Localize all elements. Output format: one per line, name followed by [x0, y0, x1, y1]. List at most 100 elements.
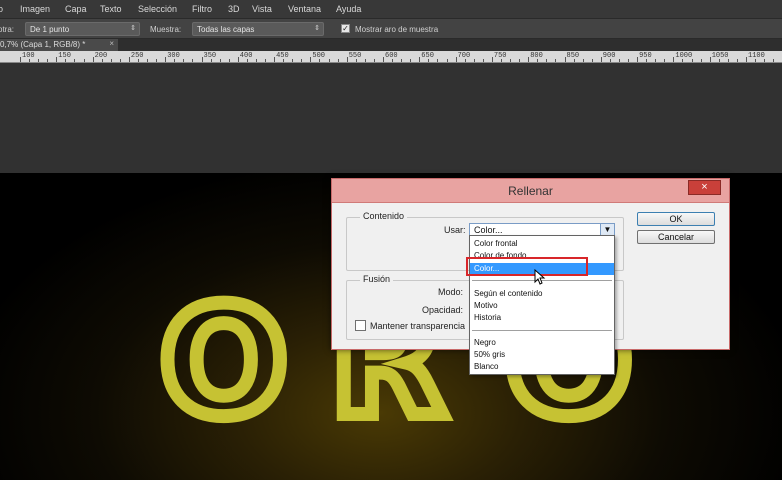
menu-item-seleccion[interactable]: Selección	[138, 4, 177, 14]
ruler-minor-tick	[228, 59, 230, 62]
menu-bar: o Imagen Capa Texto Selección Filtro 3D …	[0, 0, 782, 18]
ruler-minor-tick	[292, 59, 294, 62]
usar-label: Usar:	[444, 225, 466, 235]
sample-label: Muestra:	[150, 25, 182, 34]
sample-size-select[interactable]: De 1 punto ⇕	[25, 22, 140, 36]
ruler-tick	[564, 57, 566, 62]
option-motivo[interactable]: Motivo	[470, 300, 614, 312]
ruler-minor-tick	[736, 59, 738, 62]
ruler-tick	[637, 57, 639, 62]
close-icon: ×	[701, 181, 708, 193]
ruler-minor-tick	[246, 59, 248, 62]
ruler-minor-tick	[727, 59, 729, 62]
ruler-minor-tick	[337, 59, 339, 62]
menu-item-texto[interactable]: Texto	[100, 4, 122, 14]
ruler-minor-tick	[609, 59, 611, 62]
ruler-label: 1100	[748, 52, 765, 60]
ruler-tick	[455, 57, 457, 62]
ruler-minor-tick	[591, 59, 593, 62]
ruler-minor-tick	[183, 59, 185, 62]
ruler-minor-tick	[755, 59, 757, 62]
option-historia[interactable]: Historia	[470, 312, 614, 324]
ruler-tick	[600, 57, 602, 62]
contenido-label: Contenido	[360, 211, 408, 221]
ruler-minor-tick	[628, 59, 630, 62]
document-tab[interactable]: 0,7% (Capa 1, RGB/8) * ×	[0, 39, 118, 51]
ruler-minor-tick	[392, 59, 394, 62]
ruler-minor-tick	[682, 59, 684, 62]
ruler-tick	[128, 57, 130, 62]
ruler-minor-tick	[137, 59, 139, 62]
tab-bar: 0,7% (Capa 1, RGB/8) * ×	[0, 39, 782, 51]
ruler-label: 1000	[675, 52, 693, 60]
menu-item-filtro[interactable]: Filtro	[192, 4, 212, 14]
ruler-minor-tick	[319, 59, 321, 62]
ruler-minor-tick	[156, 59, 158, 62]
close-icon[interactable]: ×	[109, 39, 114, 48]
sample-size-label: otra:	[0, 25, 15, 34]
ruler-tick	[346, 57, 348, 62]
sample-size-value: De 1 punto	[30, 25, 70, 34]
options-bar: otra: De 1 punto ⇕ Muestra: Todas las ca…	[0, 18, 782, 39]
ruler-minor-tick	[437, 59, 439, 62]
opacidad-label: Opacidad:	[422, 305, 464, 315]
ruler-minor-tick	[328, 59, 330, 62]
option-negro[interactable]: Negro	[470, 337, 614, 349]
cancel-button[interactable]: Cancelar	[637, 230, 715, 244]
ruler-minor-tick	[355, 59, 357, 62]
menu-item-imagen[interactable]: Imagen	[20, 4, 50, 14]
option-50-gris[interactable]: 50% gris	[470, 349, 614, 361]
ruler-tick	[709, 57, 711, 62]
menu-item-ayuda[interactable]: Ayuda	[336, 4, 361, 14]
workspace-background	[0, 63, 782, 173]
menu-item-partial[interactable]: o	[0, 4, 3, 14]
ruler-minor-tick	[500, 59, 502, 62]
dialog-close-button[interactable]: ×	[688, 180, 721, 195]
ruler-minor-tick	[546, 59, 548, 62]
ruler-tick	[310, 57, 312, 62]
sample-select[interactable]: Todas las capas ⇕	[192, 22, 324, 36]
menu-item-vista[interactable]: Vista	[252, 4, 272, 14]
ruler-minor-tick	[582, 59, 584, 62]
ruler-minor-tick	[47, 59, 49, 62]
ruler-minor-tick	[646, 59, 648, 62]
fusion-label: Fusión	[360, 274, 394, 284]
usar-value: Color...	[474, 225, 503, 235]
ruler-minor-tick	[618, 59, 620, 62]
preserve-transparency-checkbox[interactable]	[355, 320, 366, 331]
ruler-minor-tick	[764, 59, 766, 62]
separator	[472, 330, 612, 331]
ok-button[interactable]: OK	[637, 212, 715, 226]
ruler-minor-tick	[373, 59, 375, 62]
ruler-minor-tick	[691, 59, 693, 62]
ruler-minor-tick	[147, 59, 149, 62]
ruler-minor-tick	[464, 59, 466, 62]
modo-label: Modo:	[438, 287, 464, 297]
menu-item-3d[interactable]: 3D	[228, 4, 240, 14]
ruler-minor-tick	[664, 59, 666, 62]
ruler-minor-tick	[74, 59, 76, 62]
ruler-tick	[528, 57, 530, 62]
chevron-updown-icon: ⇕	[314, 25, 320, 32]
ruler-minor-tick	[101, 59, 103, 62]
document-tab-label: 0,7% (Capa 1, RGB/8) *	[0, 40, 86, 49]
ruler-minor-tick	[410, 59, 412, 62]
ruler-tick	[383, 57, 384, 62]
ruler-minor-tick	[38, 59, 40, 62]
menu-item-ventana[interactable]: Ventana	[288, 4, 321, 14]
ruler-minor-tick	[510, 59, 512, 62]
sample-ring-checkbox[interactable]: ✓	[341, 24, 350, 33]
ruler-minor-tick	[401, 59, 403, 62]
chevron-updown-icon: ⇕	[130, 25, 136, 32]
ruler-minor-tick	[446, 59, 448, 62]
option-color-frontal[interactable]: Color frontal	[470, 238, 614, 250]
dialog-title-bar[interactable]: Rellenar ×	[332, 179, 729, 203]
dialog-title: Rellenar	[508, 184, 553, 198]
canvas-letter-o: O	[153, 276, 294, 450]
option-segun-contenido[interactable]: Según el contenido	[470, 288, 614, 300]
ruler-tick	[56, 57, 58, 62]
sample-value: Todas las capas	[197, 25, 255, 34]
option-blanco[interactable]: Blanco	[470, 361, 614, 373]
ruler-minor-tick	[65, 59, 67, 62]
menu-item-capa[interactable]: Capa	[65, 4, 87, 14]
